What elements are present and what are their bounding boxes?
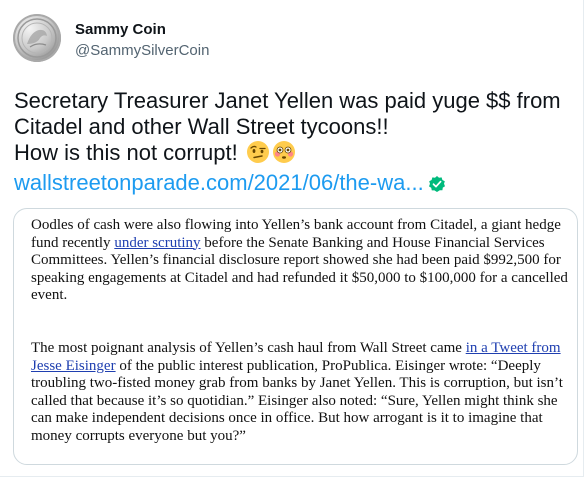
embedded-article-screenshot[interactable]: Oodles of cash were also flowing into Ye…: [13, 208, 578, 465]
flushed-face-emoji: [272, 140, 296, 170]
under-scrutiny-link[interactable]: under scrutiny: [114, 235, 200, 251]
article-paragraph-2: The most poignant analysis of Yellen’s c…: [31, 340, 571, 445]
tweet-text-line-1: Secretary Treasurer Janet Yellen was pai…: [14, 88, 561, 113]
tweet-text: Secretary Treasurer Janet Yellen was pai…: [14, 88, 574, 199]
article-link-text[interactable]: wallstreetonparade.com/2021/06/the-wa...: [14, 170, 424, 195]
tweet-text-line-3-text: How is this not corrupt!: [14, 140, 238, 165]
author-handle[interactable]: @SammySilverCoin: [75, 42, 209, 59]
article-link[interactable]: wallstreetonparade.com/2021/06/the-wa...: [14, 170, 574, 199]
tweet-text-line-3: How is this not corrupt!: [14, 140, 574, 170]
face-with-raised-eyebrow-emoji: [246, 140, 270, 170]
verified-check-icon: [428, 173, 446, 199]
silver-coin-avatar-icon: [17, 18, 57, 58]
avatar[interactable]: [13, 14, 61, 62]
article-paragraph-1: Oodles of cash were also flowing into Ye…: [31, 217, 571, 305]
author-display-name[interactable]: Sammy Coin: [75, 21, 166, 38]
article-paragraph-2-text-a: The most poignant analysis of Yellen’s c…: [31, 340, 466, 356]
tweet-text-line-2: Citadel and other Wall Street tycoons!!: [14, 114, 389, 139]
